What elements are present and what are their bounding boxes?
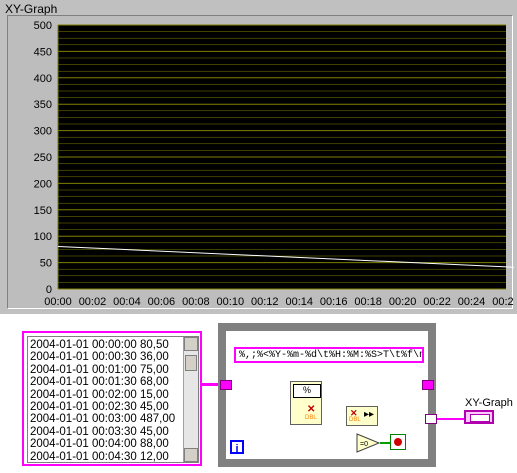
list-line: 2004-01-01 00:00:00 80,50 <box>30 339 169 351</box>
y-tick-label: 300 <box>34 126 52 138</box>
y-tick-label: 250 <box>34 152 52 164</box>
x-tick-label: 00:06 <box>148 296 176 308</box>
x-tick-label: 00:08 <box>182 296 210 308</box>
xy-graph-terminal-label: XY-Graph <box>465 397 513 409</box>
scroll-up-button[interactable] <box>184 337 198 351</box>
x-tick-label: 00:22 <box>423 296 451 308</box>
x-tick-label: 00:18 <box>354 296 382 308</box>
svg-text:=0: =0 <box>360 441 368 448</box>
iteration-terminal[interactable]: i <box>230 440 244 455</box>
scan-node-icon: % <box>293 384 321 398</box>
x-tick-label: 00:04 <box>113 296 141 308</box>
x-tick-label: 00:24 <box>458 296 486 308</box>
vertical-scrollbar[interactable] <box>183 337 198 462</box>
list-line: 2004-01-01 00:02:30 45,00 <box>30 401 169 413</box>
arrow-icon: ▸▸ <box>364 409 375 420</box>
y-tick-label: 200 <box>34 178 52 190</box>
list-line: 2004-01-01 00:03:30 45,00 <box>30 425 169 438</box>
graph-label: XY-Graph <box>5 2 58 16</box>
graph-terminal-icon <box>470 414 490 422</box>
list-line: 2004-01-01 00:03:00 487,00 <box>30 413 176 426</box>
stop-condition[interactable] <box>390 434 406 450</box>
scroll-thumb[interactable] <box>185 355 197 371</box>
scan-from-string-node[interactable]: % ✕ DBL <box>290 381 322 425</box>
list-line: 2004-01-01 00:00:30 36,00 <box>30 351 169 364</box>
y-tick-label: 350 <box>34 99 52 111</box>
xy-graph-terminal[interactable] <box>464 410 494 424</box>
string-indicator[interactable]: 2004-01-01 00:00:00 80,50 2004-01-01 00:0… <box>22 331 202 466</box>
plot-area[interactable]: 050100150200250300350400450500 00:00 00:0… <box>8 16 514 310</box>
stop-icon <box>394 438 402 446</box>
x-tick-label: 00:10 <box>217 296 245 308</box>
y-tick-label: 100 <box>34 231 52 243</box>
x-axis-ticks: 00:00 00:02 00:04 00:06 00:08 00:10 00:12 00:14… <box>44 296 514 308</box>
error-x-icon: ✕ <box>307 404 316 415</box>
right-shift-register[interactable] <box>422 380 434 390</box>
y-tick-label: 150 <box>34 205 52 217</box>
comparison-wire <box>380 442 390 444</box>
x-tick-label: 00:00 <box>44 296 72 308</box>
scroll-down-button[interactable] <box>184 448 198 462</box>
left-shift-register[interactable] <box>220 380 232 390</box>
y-axis-ticks: 0 50 100 150 200 250 300 350 400 450 500 <box>34 20 52 296</box>
x-tick-label: 00:26 <box>492 296 514 308</box>
dbl-label-2: DBL <box>349 417 361 423</box>
greater-equal-zero-node[interactable]: =0 <box>356 433 380 453</box>
list-line: 2004-01-01 00:02:00 15,00 <box>30 388 169 401</box>
x-tick-label: 00:02 <box>79 296 107 308</box>
list-line: 2004-01-01 00:04:30 12,00 <box>30 450 169 463</box>
y-tick-label: 50 <box>40 258 52 270</box>
output-tunnel[interactable] <box>425 414 437 424</box>
front-panel: XY-Graph 0 50 100 150 200 250 300 350 400 450 500 … <box>0 0 517 314</box>
list-line: 2004-01-01 00:01:00 75,00 <box>30 363 169 376</box>
y-tick-label: 0 <box>46 284 52 296</box>
string-display: 2004-01-01 00:00:00 80,50 2004-01-01 00:0… <box>27 336 199 463</box>
x-tick-label: 00:20 <box>389 296 417 308</box>
format-string-constant[interactable]: %,;%<%Y-%m-%d\t%H:%M:%S>T\t%f\n <box>234 347 424 363</box>
list-line: 2004-01-01 00:04:00 88,00 <box>30 438 169 451</box>
x-tick-label: 00:14 <box>285 296 313 308</box>
build-array-node[interactable]: ✕ DBL ▸▸ <box>346 406 378 426</box>
x-tick-label: 00:16 <box>320 296 348 308</box>
x-tick-label: 00:12 <box>251 296 279 308</box>
dbl-label: DBL <box>305 415 317 421</box>
y-tick-label: 500 <box>34 20 52 32</box>
xy-graph[interactable]: 0 50 100 150 200 250 300 350 400 450 500 00:00 00:0… <box>7 15 514 310</box>
y-tick-label: 400 <box>34 73 52 85</box>
list-line: 2004-01-01 00:01:30 68,00 <box>30 376 169 389</box>
y-tick-label: 450 <box>34 46 52 58</box>
